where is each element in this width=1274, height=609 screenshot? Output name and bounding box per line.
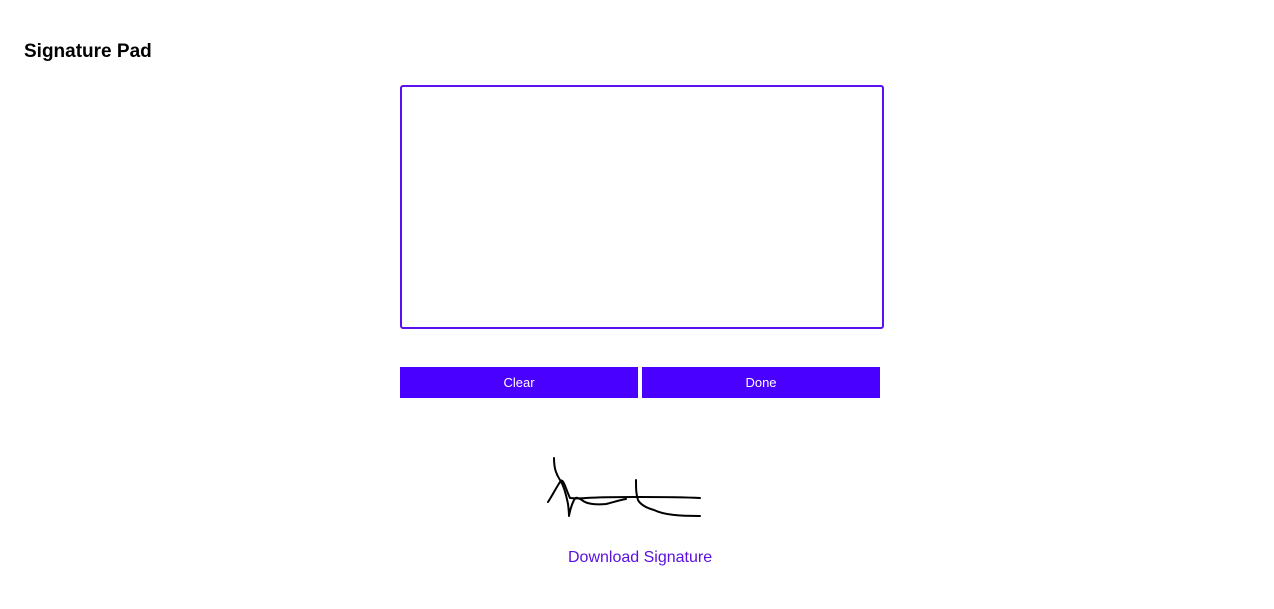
signature-page: Signature Pad Clear Done Download Signat…: [0, 0, 1274, 609]
page-title: Signature Pad: [24, 41, 152, 62]
download-signature-link[interactable]: Download Signature: [568, 548, 712, 568]
signature-image: [547, 457, 701, 517]
clear-button[interactable]: Clear: [400, 367, 638, 398]
signature-canvas[interactable]: [400, 85, 884, 329]
done-button[interactable]: Done: [642, 367, 880, 398]
